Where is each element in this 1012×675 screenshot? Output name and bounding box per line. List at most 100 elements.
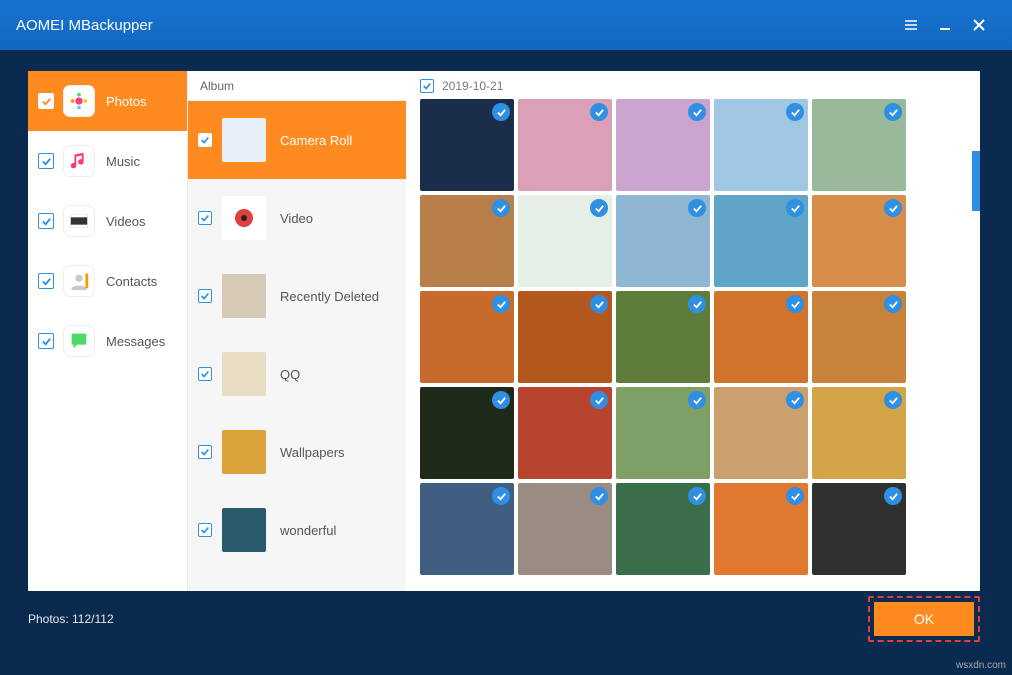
album-thumbnail bbox=[222, 508, 266, 552]
album-label: Wallpapers bbox=[280, 445, 345, 460]
photo-check-icon[interactable] bbox=[590, 391, 608, 409]
album-thumbnail bbox=[222, 274, 266, 318]
photo-thumbnail[interactable] bbox=[616, 387, 710, 479]
photo-check-icon[interactable] bbox=[688, 391, 706, 409]
album-qq[interactable]: QQ bbox=[188, 335, 406, 413]
photo-thumbnail[interactable] bbox=[616, 291, 710, 383]
photo-check-icon[interactable] bbox=[590, 199, 608, 217]
photo-check-icon[interactable] bbox=[688, 199, 706, 217]
photo-thumbnail[interactable] bbox=[420, 483, 514, 575]
photo-check-icon[interactable] bbox=[590, 103, 608, 121]
album-video[interactable]: Video bbox=[188, 179, 406, 257]
photo-thumbnail[interactable] bbox=[518, 483, 612, 575]
album-checkbox[interactable] bbox=[198, 523, 212, 537]
photo-thumbnail[interactable] bbox=[714, 483, 808, 575]
category-checkbox[interactable] bbox=[38, 93, 54, 109]
list-view-button[interactable] bbox=[894, 8, 928, 42]
album-checkbox[interactable] bbox=[198, 133, 212, 147]
album-thumbnail bbox=[222, 196, 266, 240]
photo-check-icon[interactable] bbox=[492, 199, 510, 217]
watermark: wsxdn.com bbox=[956, 660, 1006, 671]
album-checkbox[interactable] bbox=[198, 211, 212, 225]
album-recently-deleted[interactable]: Recently Deleted bbox=[188, 257, 406, 335]
photo-check-icon[interactable] bbox=[688, 103, 706, 121]
category-messages[interactable]: Messages bbox=[28, 311, 187, 371]
category-checkbox[interactable] bbox=[38, 333, 54, 349]
photo-check-icon[interactable] bbox=[688, 487, 706, 505]
photo-check-icon[interactable] bbox=[786, 103, 804, 121]
category-photos[interactable]: Photos bbox=[28, 71, 187, 131]
photo-check-icon[interactable] bbox=[786, 391, 804, 409]
photo-thumbnail[interactable] bbox=[714, 387, 808, 479]
photo-thumbnail[interactable] bbox=[616, 195, 710, 287]
album-label: Recently Deleted bbox=[280, 289, 379, 304]
photo-thumbnail[interactable] bbox=[812, 387, 906, 479]
photo-check-icon[interactable] bbox=[492, 103, 510, 121]
album-wallpapers[interactable]: Wallpapers bbox=[188, 413, 406, 491]
album-label: Camera Roll bbox=[280, 133, 352, 148]
ok-highlight: OK bbox=[868, 596, 980, 642]
category-music[interactable]: Music bbox=[28, 131, 187, 191]
album-wonderful[interactable]: wonderful bbox=[188, 491, 406, 569]
album-label: QQ bbox=[280, 367, 300, 382]
scrollbar-thumb[interactable] bbox=[972, 151, 980, 211]
photo-check-icon[interactable] bbox=[884, 199, 902, 217]
photo-check-icon[interactable] bbox=[688, 295, 706, 313]
category-checkbox[interactable] bbox=[38, 153, 54, 169]
photo-thumbnail[interactable] bbox=[518, 195, 612, 287]
category-checkbox[interactable] bbox=[38, 273, 54, 289]
photo-thumbnail[interactable] bbox=[420, 195, 514, 287]
album-thumbnail bbox=[222, 430, 266, 474]
album-camera-roll[interactable]: Camera Roll bbox=[188, 101, 406, 179]
album-label: wonderful bbox=[280, 523, 336, 538]
category-label: Contacts bbox=[106, 274, 157, 289]
photo-check-icon[interactable] bbox=[492, 487, 510, 505]
photo-check-icon[interactable] bbox=[786, 199, 804, 217]
music-icon bbox=[64, 146, 94, 176]
photo-check-icon[interactable] bbox=[786, 295, 804, 313]
category-label: Music bbox=[106, 154, 140, 169]
photo-thumbnail[interactable] bbox=[518, 387, 612, 479]
photo-check-icon[interactable] bbox=[884, 487, 902, 505]
photo-check-icon[interactable] bbox=[492, 295, 510, 313]
category-label: Messages bbox=[106, 334, 165, 349]
photo-thumbnail[interactable] bbox=[518, 291, 612, 383]
photo-thumbnail[interactable] bbox=[812, 291, 906, 383]
album-checkbox[interactable] bbox=[198, 445, 212, 459]
category-checkbox[interactable] bbox=[38, 213, 54, 229]
photo-thumbnail[interactable] bbox=[518, 99, 612, 191]
album-checkbox[interactable] bbox=[198, 367, 212, 381]
photo-check-icon[interactable] bbox=[884, 295, 902, 313]
photo-thumbnail[interactable] bbox=[714, 195, 808, 287]
photo-check-icon[interactable] bbox=[786, 487, 804, 505]
photo-thumbnail[interactable] bbox=[616, 483, 710, 575]
album-header: Album bbox=[188, 71, 406, 101]
photo-thumbnail[interactable] bbox=[812, 195, 906, 287]
photo-thumbnail[interactable] bbox=[420, 291, 514, 383]
category-videos[interactable]: Videos bbox=[28, 191, 187, 251]
photo-thumbnail[interactable] bbox=[420, 387, 514, 479]
photo-thumbnail[interactable] bbox=[714, 99, 808, 191]
photo-check-icon[interactable] bbox=[884, 391, 902, 409]
photo-thumbnail[interactable] bbox=[812, 483, 906, 575]
date-checkbox[interactable] bbox=[420, 79, 434, 93]
category-label: Photos bbox=[106, 94, 146, 109]
photo-thumbnail[interactable] bbox=[420, 99, 514, 191]
photo-thumbnail[interactable] bbox=[616, 99, 710, 191]
category-label: Videos bbox=[106, 214, 146, 229]
category-contacts[interactable]: Contacts bbox=[28, 251, 187, 311]
album-checkbox[interactable] bbox=[198, 289, 212, 303]
ok-button[interactable]: OK bbox=[874, 602, 974, 636]
photo-check-icon[interactable] bbox=[590, 487, 608, 505]
photo-check-icon[interactable] bbox=[492, 391, 510, 409]
date-group[interactable]: 2019-10-21 bbox=[420, 79, 966, 93]
category-sidebar: Photos Music Videos Contacts Messages bbox=[28, 71, 188, 591]
close-button[interactable] bbox=[962, 8, 996, 42]
photo-check-icon[interactable] bbox=[590, 295, 608, 313]
photo-check-icon[interactable] bbox=[884, 103, 902, 121]
app-title: AOMEI MBackupper bbox=[16, 17, 153, 34]
photo-thumbnail[interactable] bbox=[812, 99, 906, 191]
photo-thumbnail[interactable] bbox=[714, 291, 808, 383]
messages-icon bbox=[64, 326, 94, 356]
minimize-button[interactable] bbox=[928, 8, 962, 42]
